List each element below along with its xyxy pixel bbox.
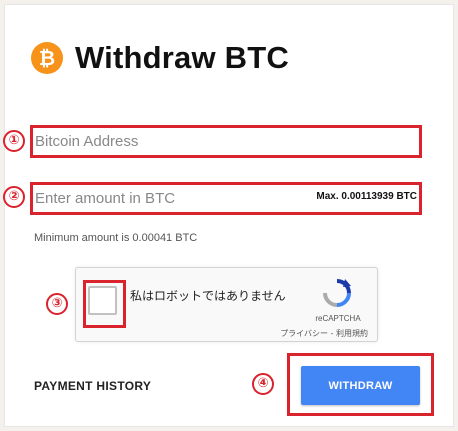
bitcoin-address-input[interactable] [35,129,295,153]
amount-field-highlight: Max. 0.00113939 BTC [30,182,422,215]
annotation-number-4: ④ [252,373,274,395]
withdraw-header: ₿ Withdraw BTC [31,40,289,76]
recaptcha-checkbox[interactable] [88,286,117,315]
annotation-number-2: ② [3,186,25,208]
bitcoin-icon: ₿ [31,42,63,74]
recaptcha-privacy-terms-links[interactable]: プライバシー - 利用規約 [256,328,368,339]
annotation-number-1: ① [3,130,25,152]
recaptcha-logo-icon [323,279,351,307]
minimum-amount-note: Minimum amount is 0.00041 BTC [34,232,198,244]
recaptcha-label: 私はロボットではありません [130,289,286,303]
page-title: Withdraw BTC [75,40,289,75]
max-amount-label[interactable]: Max. 0.00113939 BTC [316,191,417,202]
bitcoin-address-field-highlight [30,125,422,158]
withdraw-button[interactable]: WITHDRAW [301,366,420,405]
amount-input[interactable] [35,186,295,210]
recaptcha-brand: reCAPTCHA [315,314,361,323]
payment-history-link[interactable]: PAYMENT HISTORY [34,379,151,393]
annotation-number-3: ③ [46,293,68,315]
